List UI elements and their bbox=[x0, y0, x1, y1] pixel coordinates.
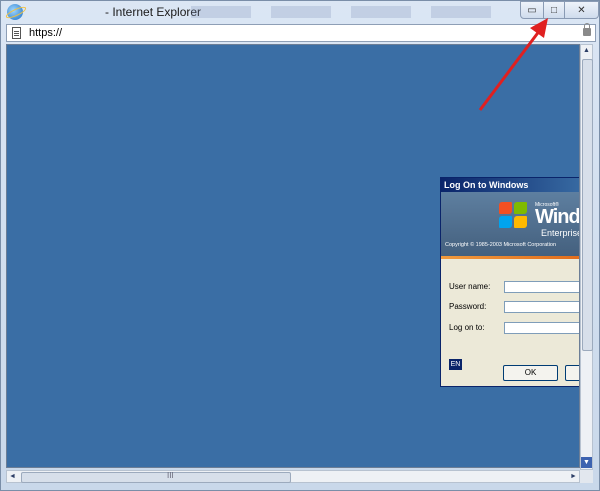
windows-flag-logo-icon bbox=[499, 202, 529, 230]
horizontal-scroll-thumb[interactable]: III bbox=[21, 471, 291, 483]
logon-dialog-title: Log On to Windows bbox=[441, 178, 579, 192]
ok-button[interactable]: OK bbox=[503, 365, 558, 381]
blurred-tabs bbox=[191, 6, 511, 18]
scroll-up-arrow-icon[interactable]: ▲ bbox=[581, 45, 592, 56]
logon-to-label: Log on to: bbox=[449, 323, 485, 332]
page-icon bbox=[12, 27, 21, 39]
scroll-left-arrow-icon[interactable]: ◄ bbox=[7, 471, 18, 482]
password-field[interactable] bbox=[504, 301, 579, 313]
username-field[interactable] bbox=[504, 281, 579, 293]
banner-divider bbox=[441, 256, 579, 259]
window-title: - Internet Explorer bbox=[105, 5, 202, 19]
logon-dialog: Log On to Windows Microsoft® Windows Ent… bbox=[440, 177, 580, 387]
windows-banner: Microsoft® Windows Enterprise Copyright … bbox=[441, 192, 580, 256]
copyright-text: Copyright © 1985-2003 Microsoft Corporat… bbox=[445, 242, 557, 248]
brand-windows: Windows bbox=[535, 206, 580, 228]
brand-edition: Enterprise bbox=[541, 228, 580, 238]
lock-icon[interactable] bbox=[583, 23, 591, 36]
logon-to-field[interactable] bbox=[504, 322, 579, 334]
scroll-right-arrow-icon[interactable]: ► bbox=[568, 471, 579, 482]
scroll-grip: III bbox=[167, 471, 174, 480]
vertical-scrollbar[interactable]: ▲ ▼ bbox=[580, 44, 593, 470]
scrollbar-corner bbox=[580, 470, 593, 483]
language-indicator[interactable]: EN bbox=[449, 359, 462, 370]
vertical-scroll-thumb[interactable] bbox=[582, 59, 593, 351]
scroll-down-arrow-icon[interactable]: ▼ bbox=[581, 457, 592, 468]
red-annotation-arrow-icon bbox=[478, 18, 548, 111]
username-label: User name: bbox=[449, 282, 491, 291]
horizontal-scrollbar[interactable]: ◄ III ► bbox=[6, 470, 580, 483]
url-text[interactable]: https:// bbox=[29, 27, 62, 39]
password-label: Password: bbox=[449, 302, 487, 311]
cancel-button[interactable]: C bbox=[565, 365, 579, 381]
ie-logo-icon bbox=[7, 4, 23, 20]
